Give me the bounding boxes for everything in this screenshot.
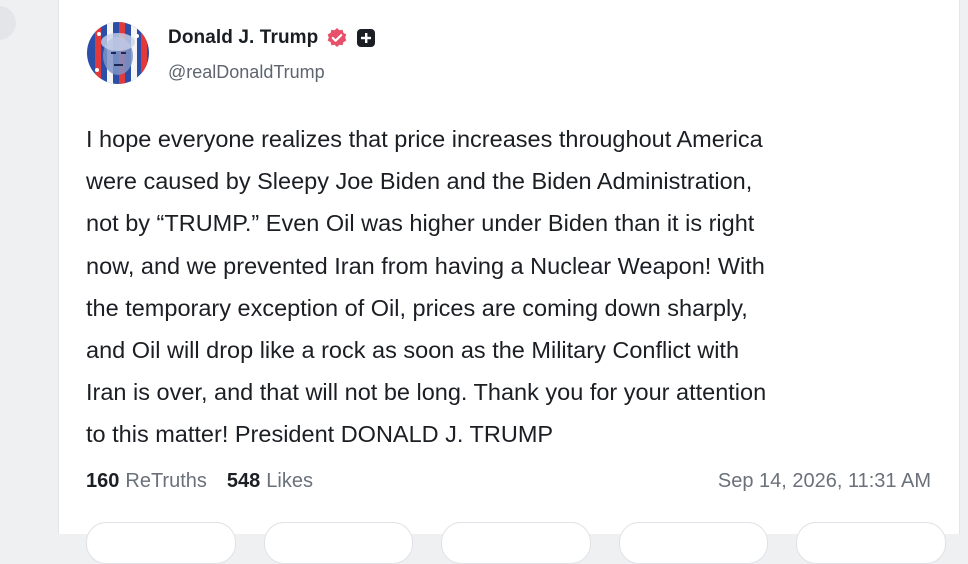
author-handle[interactable]: @realDonaldTrump [168, 62, 325, 83]
post-card: Donald J. Trump @realDonaldTrump I hope … [58, 0, 960, 564]
post-body-text: I hope everyone realizes that price incr… [86, 126, 767, 448]
share-button[interactable] [618, 522, 769, 564]
reply-button[interactable] [86, 522, 236, 564]
avatar-image [87, 22, 149, 84]
post-action-bar [86, 522, 946, 564]
more-options-button[interactable] [796, 522, 946, 564]
retruth-button[interactable] [263, 522, 414, 564]
retruths-label[interactable]: ReTruths [125, 470, 207, 493]
post-timestamp[interactable]: Sep 14, 2026, 11:31 AM [718, 470, 931, 493]
retruths-count[interactable]: 160 [86, 470, 119, 493]
author-display-name[interactable]: Donald J. Trump [168, 27, 318, 49]
avatar[interactable] [87, 22, 149, 84]
author-name-row: Donald J. Trump [168, 27, 376, 49]
post-stats: 160 ReTruths 548 Likes [86, 470, 313, 493]
adjacent-panel-edge [0, 6, 16, 40]
plus-square-icon [356, 28, 376, 48]
verified-badge-icon [326, 27, 348, 49]
likes-label[interactable]: Likes [266, 470, 313, 493]
like-button[interactable] [441, 522, 591, 564]
likes-count[interactable]: 548 [227, 470, 260, 493]
